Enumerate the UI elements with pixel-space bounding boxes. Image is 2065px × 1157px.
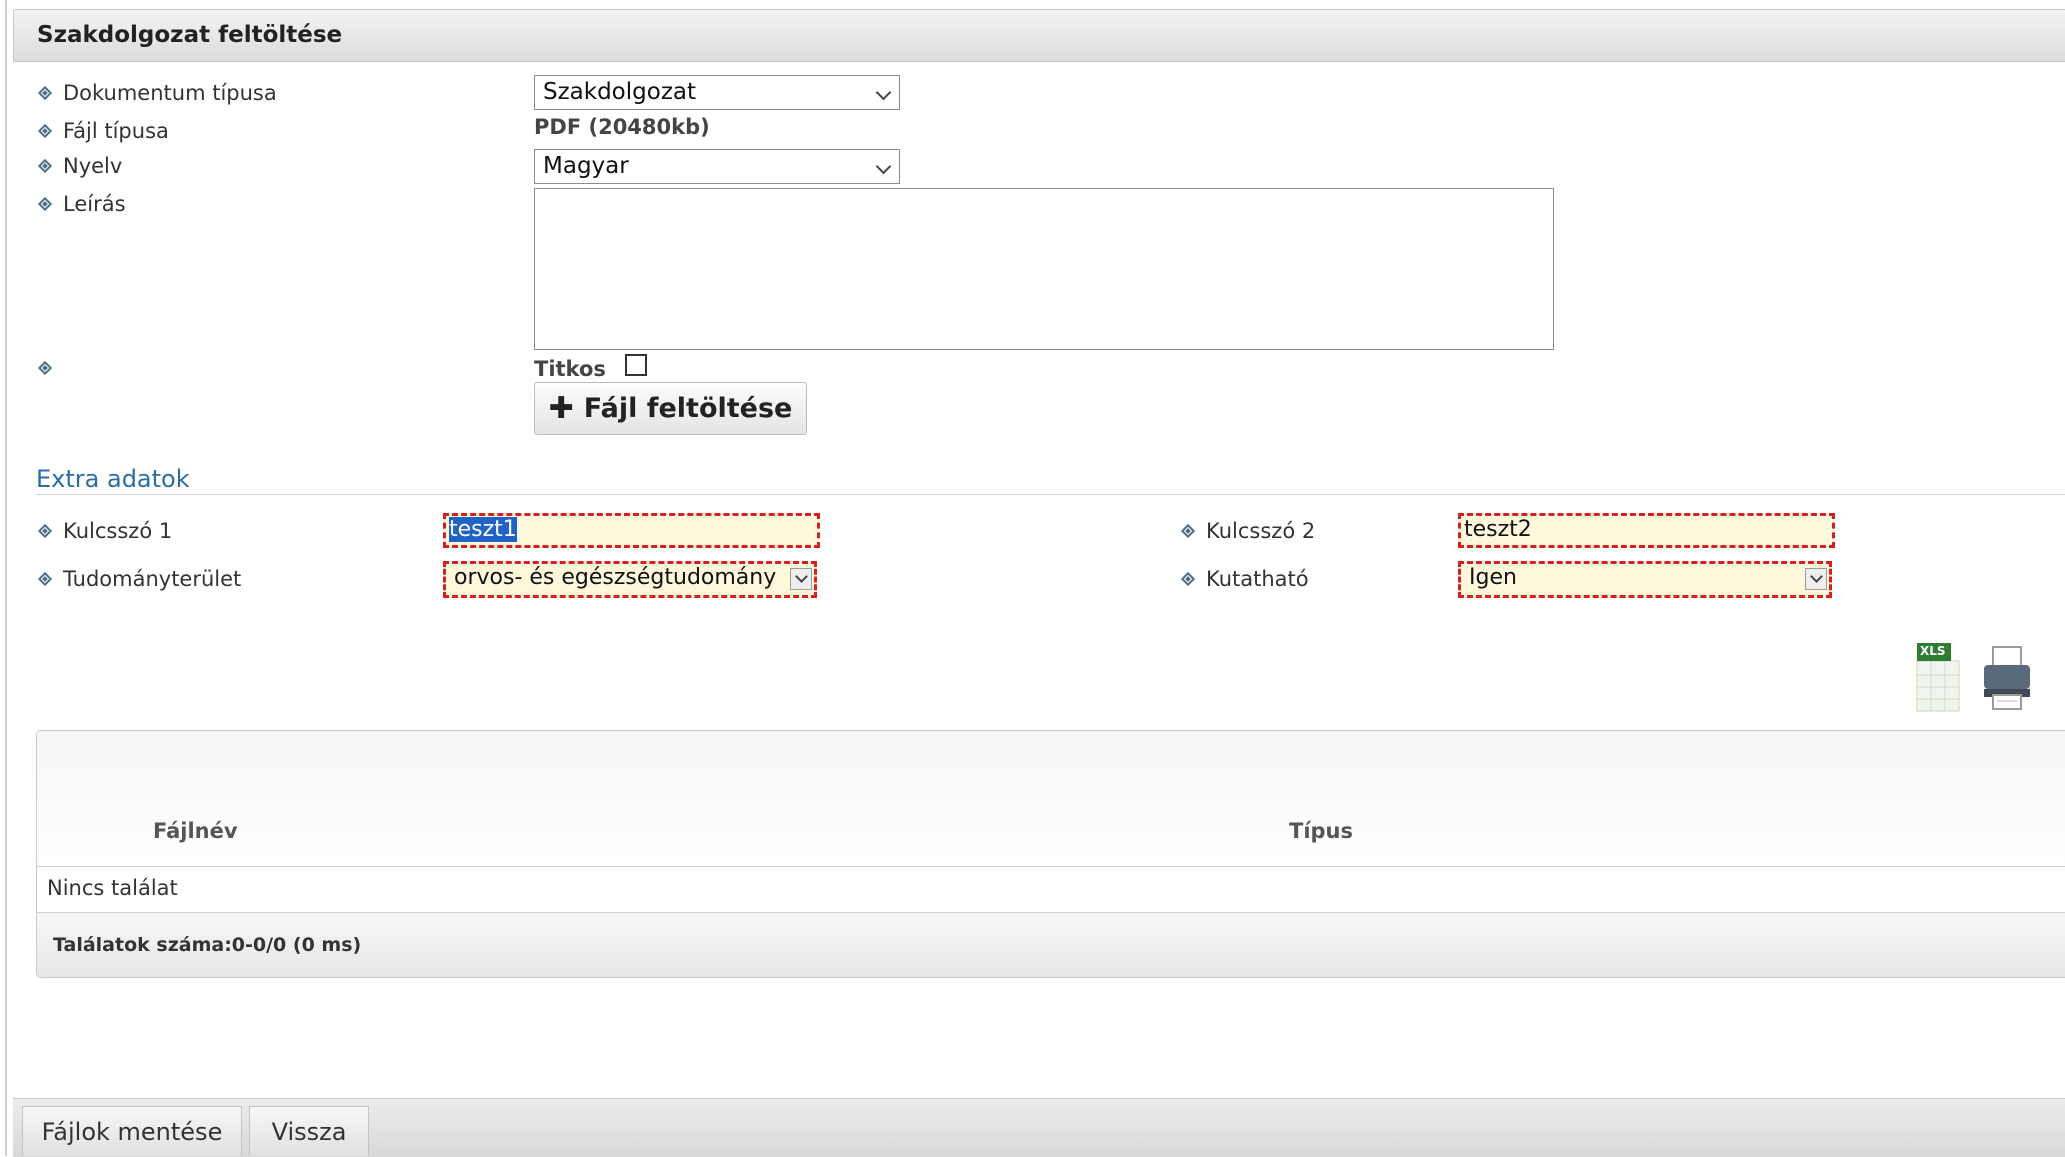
language-value: Magyar bbox=[543, 153, 629, 179]
excel-export-icon-text: XLS bbox=[1920, 644, 1946, 658]
extra-data-section-title: Extra adatok bbox=[36, 465, 190, 493]
secret-checkbox[interactable] bbox=[625, 354, 647, 376]
keyword1-input[interactable]: teszt1 bbox=[443, 513, 820, 548]
page-title: Szakdolgozat feltöltése bbox=[37, 22, 343, 48]
researchable-label: Kutatható bbox=[1206, 567, 1309, 591]
secret-label: Titkos bbox=[534, 357, 606, 381]
field-bullet-icon bbox=[37, 196, 53, 212]
field-bullet-icon bbox=[37, 360, 53, 376]
researchable-value: Igen bbox=[1469, 565, 1517, 590]
language-label: Nyelv bbox=[63, 154, 123, 178]
keyword2-label: Kulcsszó 2 bbox=[1206, 519, 1316, 543]
back-button[interactable]: Vissza bbox=[249, 1106, 369, 1156]
keyword1-value: teszt1 bbox=[449, 517, 517, 542]
chevron-down-icon bbox=[790, 568, 812, 590]
field-of-science-value: orvos- és egészségtudomány bbox=[454, 565, 777, 590]
keyword2-input[interactable]: teszt2 bbox=[1458, 513, 1835, 548]
plus-icon: ✚ bbox=[548, 391, 574, 426]
field-bullet-icon bbox=[37, 123, 53, 139]
grid-header bbox=[37, 731, 2065, 867]
print-icon-graphic bbox=[1984, 646, 2030, 710]
print-icon[interactable] bbox=[1981, 643, 2033, 713]
field-bullet-icon bbox=[1180, 523, 1196, 539]
keyword2-value: teszt2 bbox=[1464, 517, 1532, 542]
upload-file-button-label: Fájl feltöltése bbox=[583, 393, 793, 424]
field-bullet-icon bbox=[37, 523, 53, 539]
results-count: Találatok száma:0-0/0 (0 ms) bbox=[53, 934, 362, 956]
researchable-select[interactable]: Igen bbox=[1458, 561, 1832, 598]
results-grid: Fájlnév Típus Nincs találat Találatok sz… bbox=[36, 730, 2065, 978]
save-files-button[interactable]: Fájlok mentése bbox=[22, 1106, 242, 1156]
excel-export-icon[interactable]: XLS bbox=[1915, 641, 1963, 713]
field-of-science-select[interactable]: orvos- és egészségtudomány bbox=[443, 561, 817, 598]
field-of-science-label: Tudományterület bbox=[63, 567, 242, 591]
field-bullet-icon bbox=[37, 85, 53, 101]
doc-type-value: Szakdolgozat bbox=[543, 79, 697, 105]
chevron-down-icon bbox=[875, 158, 892, 175]
description-label: Leírás bbox=[63, 192, 126, 216]
upload-file-button[interactable]: ✚ Fájl feltöltése bbox=[534, 382, 807, 435]
window-left-edge bbox=[5, 0, 7, 1156]
doc-type-label: Dokumentum típusa bbox=[63, 81, 277, 105]
language-select[interactable]: Magyar bbox=[534, 149, 900, 184]
chevron-down-icon bbox=[1805, 568, 1827, 590]
file-type-value: PDF (20480kb) bbox=[534, 115, 710, 139]
description-textarea[interactable] bbox=[534, 188, 1554, 350]
keyword1-label: Kulcsszó 1 bbox=[63, 519, 173, 543]
field-bullet-icon bbox=[1180, 571, 1196, 587]
doc-type-select[interactable]: Szakdolgozat bbox=[534, 75, 900, 110]
section-divider bbox=[36, 494, 2065, 495]
field-bullet-icon bbox=[37, 158, 53, 174]
column-header-filename[interactable]: Fájlnév bbox=[153, 819, 238, 843]
field-bullet-icon bbox=[37, 571, 53, 587]
file-type-label: Fájl típusa bbox=[63, 119, 169, 143]
no-results-text: Nincs találat bbox=[47, 876, 178, 900]
chevron-down-icon bbox=[875, 84, 892, 101]
column-header-type[interactable]: Típus bbox=[1289, 819, 1353, 843]
